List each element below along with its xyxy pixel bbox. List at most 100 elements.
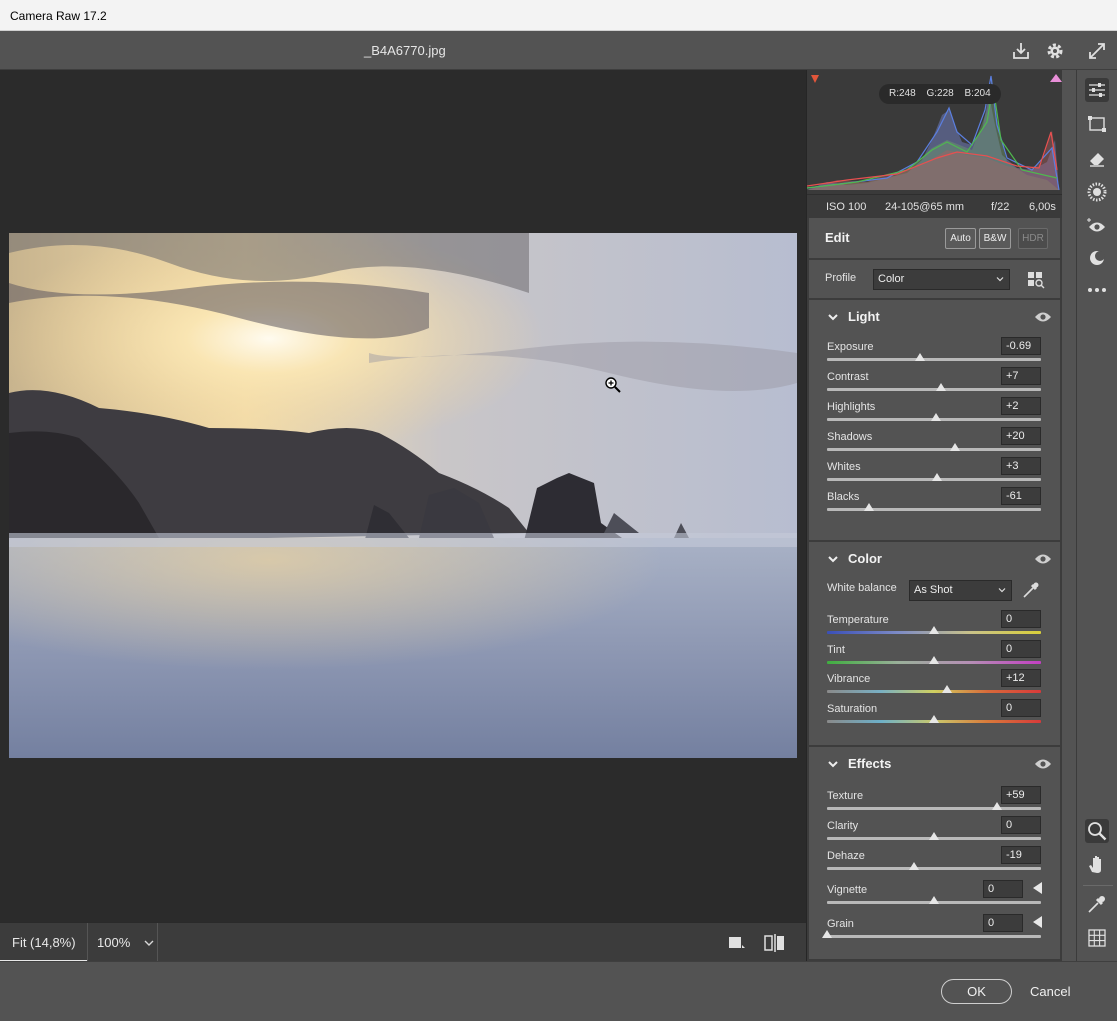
red-eye-icon[interactable] bbox=[1085, 214, 1109, 238]
zoom-tool-icon[interactable] bbox=[1085, 819, 1109, 843]
vignette-value-field[interactable]: 0 bbox=[983, 880, 1023, 898]
mask-icon[interactable] bbox=[1085, 180, 1109, 204]
expand-triangle-icon[interactable] bbox=[1033, 916, 1042, 928]
vibrance-slider-thumb[interactable] bbox=[941, 685, 952, 693]
edit-sliders-icon[interactable] bbox=[1085, 78, 1109, 102]
light-header[interactable]: Light bbox=[809, 300, 1060, 334]
shadow-clipping-warning-icon[interactable] bbox=[811, 73, 825, 87]
blacks-label: Blacks bbox=[827, 491, 860, 503]
shutter-value: 6,00s bbox=[1029, 201, 1056, 213]
contrast-label: Contrast bbox=[827, 371, 869, 383]
texture-slider-thumb[interactable] bbox=[992, 802, 1003, 810]
effects-header[interactable]: Effects bbox=[809, 747, 1060, 781]
vibrance-slider-track[interactable] bbox=[827, 690, 1041, 693]
eyedropper-icon[interactable] bbox=[1021, 580, 1041, 600]
exposure-value-field[interactable]: -0.69 bbox=[1001, 337, 1041, 355]
green-readout: G:228 bbox=[926, 88, 954, 99]
hand-tool-icon[interactable] bbox=[1085, 852, 1109, 876]
whites-slider-thumb[interactable] bbox=[932, 473, 943, 481]
dehaze-slider-row: Dehaze -19 bbox=[809, 846, 1060, 880]
temperature-label: Temperature bbox=[827, 614, 889, 626]
cancel-button[interactable]: Cancel bbox=[1030, 984, 1070, 999]
highlights-slider-thumb[interactable] bbox=[931, 413, 942, 421]
highlights-value-field[interactable]: +2 bbox=[1001, 397, 1041, 415]
eraser-icon[interactable] bbox=[1085, 146, 1109, 170]
texture-value-field[interactable]: +59 bbox=[1001, 786, 1041, 804]
tint-label: Tint bbox=[827, 644, 845, 656]
save-icon[interactable] bbox=[1010, 40, 1032, 62]
color-header[interactable]: Color bbox=[809, 542, 1060, 576]
fullscreen-icon[interactable] bbox=[1086, 40, 1108, 62]
exposure-slider-thumb[interactable] bbox=[915, 353, 926, 361]
ok-button[interactable]: OK bbox=[941, 979, 1012, 1004]
color-section: Color White balance As Shot Temperature 0… bbox=[809, 542, 1060, 745]
tint-slider-thumb[interactable] bbox=[929, 656, 939, 664]
auto-button[interactable]: Auto bbox=[945, 228, 976, 249]
blacks-slider-thumb[interactable] bbox=[863, 503, 874, 511]
white-balance-value: As Shot bbox=[914, 584, 953, 596]
zoom-100-button[interactable]: 100% bbox=[87, 923, 140, 962]
texture-slider-track[interactable] bbox=[827, 807, 1041, 810]
grain-value-field[interactable]: 0 bbox=[983, 914, 1023, 932]
before-after-icon[interactable] bbox=[764, 934, 786, 952]
aperture-value: f/22 bbox=[991, 201, 1010, 213]
exposure-slider-track[interactable] bbox=[827, 358, 1041, 361]
lens-value: 24-105@65 mm bbox=[885, 201, 965, 213]
blacks-value-field[interactable]: -61 bbox=[1001, 487, 1041, 505]
shadows-slider-thumb[interactable] bbox=[950, 443, 961, 451]
zoom-cursor-icon bbox=[604, 376, 622, 394]
grain-slider-row: Grain 0 bbox=[809, 914, 1060, 948]
view-mode-icon[interactable] bbox=[728, 935, 746, 951]
saturation-slider-thumb[interactable] bbox=[929, 715, 939, 723]
hdr-button[interactable]: HDR bbox=[1018, 228, 1048, 249]
file-name: _B4A6770.jpg bbox=[364, 43, 446, 58]
blacks-slider-track[interactable] bbox=[827, 508, 1041, 511]
contrast-slider-thumb[interactable] bbox=[936, 383, 947, 391]
grain-slider-thumb[interactable] bbox=[822, 930, 832, 938]
edit-title: Edit bbox=[825, 230, 850, 245]
shadows-value-field[interactable]: +20 bbox=[1001, 427, 1041, 445]
histogram[interactable]: R:248 G:228 B:204 bbox=[807, 70, 1062, 194]
tool-strip bbox=[1076, 70, 1117, 961]
edit-panel: R:248 G:228 B:204 ISO 100 24-105@65 mm f… bbox=[806, 70, 1062, 961]
temperature-value-field[interactable]: 0 bbox=[1001, 610, 1041, 628]
panel-scroll-area[interactable]: Edit Auto B&W HDR Profile Color Light Ex… bbox=[807, 218, 1062, 961]
dehaze-value-field[interactable]: -19 bbox=[1001, 846, 1041, 864]
eye-icon bbox=[1035, 312, 1051, 322]
color-sampler-icon[interactable] bbox=[1085, 892, 1109, 916]
window-title: Camera Raw 17.2 bbox=[10, 9, 107, 23]
vibrance-value-field[interactable]: +12 bbox=[1001, 669, 1041, 687]
more-options-icon[interactable] bbox=[1085, 278, 1109, 302]
light-section: Light Exposure -0.69 Contrast +7 Highlights +… bbox=[809, 300, 1060, 540]
saturation-value-field[interactable]: 0 bbox=[1001, 699, 1041, 717]
contrast-value-field[interactable]: +7 bbox=[1001, 367, 1041, 385]
clarity-value-field[interactable]: 0 bbox=[1001, 816, 1041, 834]
gear-icon[interactable] bbox=[1044, 40, 1066, 62]
grain-slider-track[interactable] bbox=[827, 935, 1041, 938]
vignette-slider-thumb[interactable] bbox=[929, 896, 939, 904]
profile-browser-icon[interactable] bbox=[1027, 271, 1045, 289]
profile-dropdown[interactable]: Color bbox=[873, 269, 1010, 290]
crop-icon[interactable] bbox=[1085, 112, 1109, 136]
file-toolbar: _B4A6770.jpg bbox=[0, 31, 1117, 70]
dehaze-slider-track[interactable] bbox=[827, 867, 1041, 870]
fit-zoom-button[interactable]: Fit (14,8%) bbox=[0, 923, 87, 962]
presets-icon[interactable] bbox=[1085, 246, 1109, 270]
whites-value-field[interactable]: +3 bbox=[1001, 457, 1041, 475]
chevron-down-icon bbox=[828, 314, 838, 321]
highlight-clipping-warning-icon[interactable] bbox=[1047, 73, 1061, 87]
grid-overlay-icon[interactable] bbox=[1085, 926, 1109, 950]
white-balance-dropdown[interactable]: As Shot bbox=[909, 580, 1012, 601]
exposure-label: Exposure bbox=[827, 341, 874, 353]
expand-triangle-icon[interactable] bbox=[1033, 882, 1042, 894]
clarity-slider-thumb[interactable] bbox=[929, 832, 939, 840]
zoom-dropdown[interactable] bbox=[140, 923, 158, 962]
tint-value-field[interactable]: 0 bbox=[1001, 640, 1041, 658]
temperature-slider-thumb[interactable] bbox=[929, 626, 939, 634]
dehaze-slider-thumb[interactable] bbox=[908, 862, 919, 870]
contrast-slider-track[interactable] bbox=[827, 388, 1041, 391]
image-canvas[interactable] bbox=[0, 70, 806, 922]
photo-preview[interactable] bbox=[9, 233, 797, 758]
shadows-slider-track[interactable] bbox=[827, 448, 1041, 451]
bw-button[interactable]: B&W bbox=[979, 228, 1011, 249]
